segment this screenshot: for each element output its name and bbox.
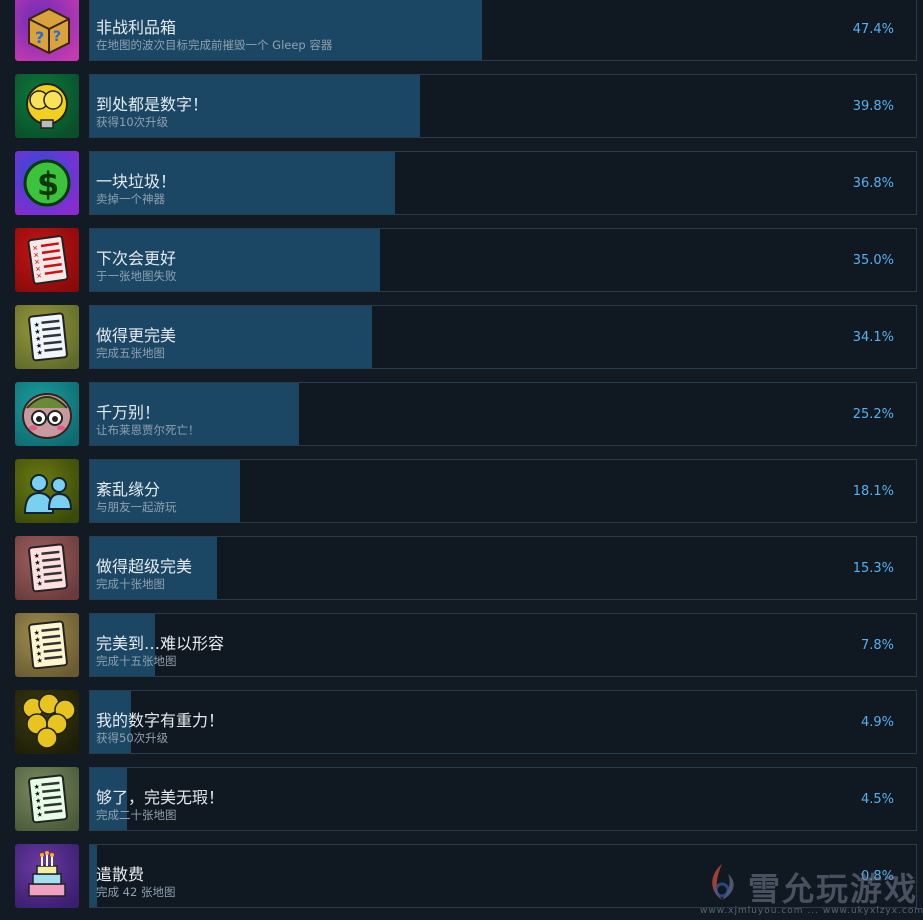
achievement-list: ?? 非战利品箱 在地图的波次目标完成前摧毁一个 Gleep 容器 47.4% 到处都是… [0, 0, 923, 920]
achievement-row: ★ ★ ★ ★ ★ 完美到…难以形容 完成十五张地图 7.8% [0, 613, 923, 677]
unlock-percent-label: 4.9% [860, 715, 894, 730]
unlock-percent-label: 7.8% [860, 638, 894, 653]
cake-icon [15, 844, 79, 908]
dollar-coin-icon: $ [15, 151, 79, 215]
brain-monster-icon [15, 382, 79, 446]
achievement-title: 完美到…难以形容 [96, 634, 225, 653]
svg-text:★: ★ [36, 349, 43, 358]
achievement-row: 紊乱缘分 与朋友一起游玩 18.1% [0, 459, 923, 523]
achievement-row: 千万别！ 让布莱恩贾尔死亡！ 25.2% [0, 382, 923, 446]
svg-text:★: ★ [36, 580, 43, 589]
achievement-description: 于一张地图失败 [96, 269, 177, 283]
achievement-progress-panel: 紊乱缘分 与朋友一起游玩 18.1% [89, 459, 917, 523]
svg-text:★: ★ [36, 657, 43, 666]
achievement-description: 获得10次升级 [96, 115, 169, 129]
achievement-progress-panel: 下次会更好 于一张地图失败 35.0% [89, 228, 917, 292]
achievement-progress-panel: 我的数字有重力！ 获得50次升级 4.9% [89, 690, 917, 754]
achievement-progress-panel: 做得超级完美 完成十张地图 15.3% [89, 536, 917, 600]
achievement-description: 完成二十张地图 [96, 808, 177, 822]
achievement-title: 非战利品箱 [96, 18, 177, 37]
achievement-title: 紊乱缘分 [96, 480, 161, 499]
achievement-description: 获得50次升级 [96, 731, 169, 745]
achievement-title: 下次会更好 [96, 249, 177, 268]
unlock-percent-label: 35.0% [852, 253, 894, 268]
achievement-title: 够了，完美无瑕！ [96, 788, 225, 807]
achievement-row: 到处都是数字！ 获得10次升级 39.8% [0, 74, 923, 138]
achievement-progress-panel: 非战利品箱 在地图的波次目标完成前摧毁一个 Gleep 容器 47.4% [89, 0, 917, 61]
achievement-row: ?? 非战利品箱 在地图的波次目标完成前摧毁一个 Gleep 容器 47.4% [0, 0, 923, 61]
achievement-progress-panel: 千万别！ 让布莱恩贾尔死亡！ 25.2% [89, 382, 917, 446]
svg-text:✕: ✕ [36, 272, 43, 281]
unlock-percent-label: 4.5% [860, 792, 894, 807]
achievement-description: 在地图的波次目标完成前摧毁一个 Gleep 容器 [96, 38, 333, 52]
svg-text:$: $ [37, 165, 59, 203]
achievement-description: 完成 42 张地图 [96, 885, 176, 899]
achievement-progress-panel: 到处都是数字！ 获得10次升级 39.8% [89, 74, 917, 138]
achievement-description: 与朋友一起游玩 [96, 500, 177, 514]
unlock-percent-label: 34.1% [852, 330, 894, 345]
checklist-pink-icon: ★ ★ ★ ★ ★ [15, 536, 79, 600]
achievement-title: 遣散费 [96, 865, 145, 884]
svg-text:★: ★ [36, 811, 43, 820]
unlock-percent-label: 39.8% [852, 99, 894, 114]
checklist-gold-icon: ★ ★ ★ ★ ★ [15, 613, 79, 677]
achievement-title: 到处都是数字！ [96, 95, 209, 114]
achievement-description: 完成十张地图 [96, 577, 165, 591]
mystery-box-icon: ?? [15, 0, 79, 61]
unlock-percent-label: 18.1% [852, 484, 894, 499]
unlock-percent-label: 47.4% [852, 22, 894, 37]
achievement-title: 做得更完美 [96, 326, 177, 345]
achievement-description: 完成五张地图 [96, 346, 165, 360]
achievement-progress-panel: 完美到…难以形容 完成十五张地图 7.8% [89, 613, 917, 677]
achievement-description: 卖掉一个神器 [96, 192, 165, 206]
checklist-green-icon: ★ ★ ★ ★ ★ [15, 767, 79, 831]
svg-text:?: ? [53, 29, 61, 45]
achievement-title: 我的数字有重力！ [96, 711, 225, 730]
unlock-percent-label: 0.8% [860, 869, 894, 884]
unlock-percent-label: 15.3% [852, 561, 894, 576]
friends-icon [15, 459, 79, 523]
achievement-description: 让布莱恩贾尔死亡！ [96, 423, 200, 437]
lightbulb-icon [15, 74, 79, 138]
svg-text:?: ? [35, 28, 44, 47]
unlock-percent-label: 36.8% [852, 176, 894, 191]
failed-checklist-icon: ✕ ✕ ✕ ✕ ✕ [15, 228, 79, 292]
achievement-title: 一块垃圾！ [96, 172, 177, 191]
achievement-progress-panel: 做得更完美 完成五张地图 34.1% [89, 305, 917, 369]
achievement-description: 完成十五张地图 [96, 654, 177, 668]
lightbulb-cluster-icon [15, 690, 79, 754]
unlock-percent-label: 25.2% [852, 407, 894, 422]
achievement-row: 我的数字有重力！ 获得50次升级 4.9% [0, 690, 923, 754]
achievement-row: 遣散费 完成 42 张地图 0.8% [0, 844, 923, 908]
achievement-progress-panel: 够了，完美无瑕！ 完成二十张地图 4.5% [89, 767, 917, 831]
achievement-row: ★ ★ ★ ★ ★ 做得更完美 完成五张地图 34.1% [0, 305, 923, 369]
achievement-progress-panel: 遣散费 完成 42 张地图 0.8% [89, 844, 917, 908]
achievement-title: 千万别！ [96, 403, 161, 422]
achievement-title: 做得超级完美 [96, 557, 193, 576]
achievement-row: $ 一块垃圾！ 卖掉一个神器 36.8% [0, 151, 923, 215]
achievement-row: ✕ ✕ ✕ ✕ ✕ 下次会更好 于一张地图失败 35.0% [0, 228, 923, 292]
achievement-row: ★ ★ ★ ★ ★ 够了，完美无瑕！ 完成二十张地图 4.5% [0, 767, 923, 831]
checklist-icon: ★ ★ ★ ★ ★ [15, 305, 79, 369]
achievement-progress-panel: 一块垃圾！ 卖掉一个神器 36.8% [89, 151, 917, 215]
achievement-row: ★ ★ ★ ★ ★ 做得超级完美 完成十张地图 15.3% [0, 536, 923, 600]
